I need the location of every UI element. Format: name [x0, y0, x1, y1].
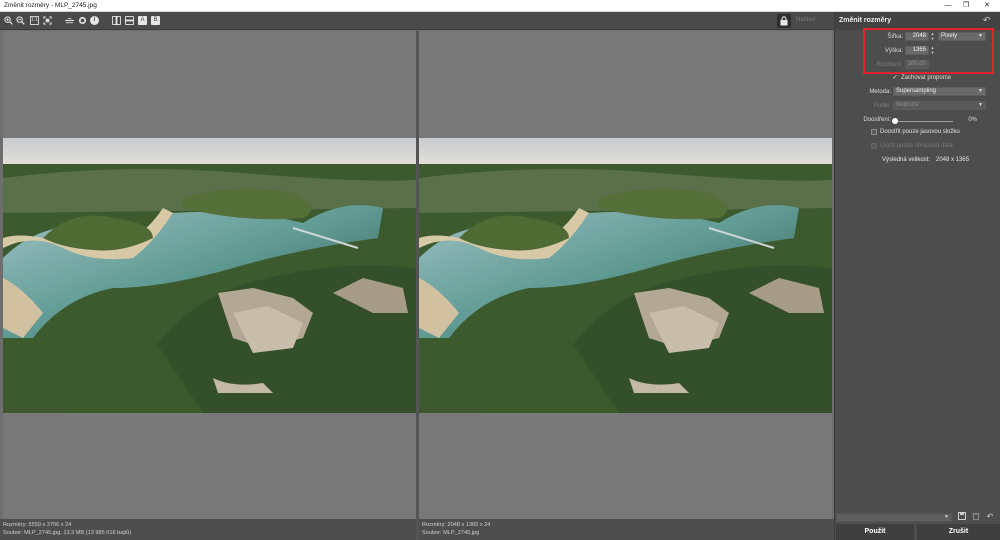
window-title: Změnit rozměry - MLP_2745.jpg	[4, 2, 97, 9]
method-label: Metoda:	[869, 89, 891, 95]
chevron-down-icon: ▼	[978, 88, 983, 94]
result-size-value: 2048 x 1365	[936, 157, 970, 163]
sharpen-label: Doostření:	[863, 117, 891, 123]
restore-button[interactable]: ❐	[959, 1, 973, 11]
result-status-bar: Rozměry: 2048 x 1365 x 24 Soubor: MLP_27…	[419, 519, 834, 540]
horizon-icon[interactable]	[65, 16, 74, 25]
lock-icon	[780, 16, 788, 26]
toolbar: 1:1 i A B Náhled	[0, 12, 834, 30]
result-size-label: Výsledná velikost:	[882, 157, 931, 163]
result-file-info: Soubor: MLP_2745.jpg	[422, 530, 480, 536]
sharpen-value: 0%	[968, 117, 977, 123]
sharpen-luma-checkbox[interactable]	[871, 129, 877, 135]
circle-icon[interactable]	[78, 16, 87, 25]
original-photo	[3, 138, 416, 413]
resize-settings-panel: Změnit rozměry ↶ Šířka: 2048 ▲ ▼ Pixely ▼…	[834, 12, 1000, 540]
save-icon[interactable]	[957, 512, 967, 522]
minimize-button[interactable]: —	[941, 1, 955, 11]
chevron-down-icon: ▼	[944, 514, 949, 520]
reset-icon[interactable]: ↶	[985, 512, 995, 522]
keep-metadata-checkbox[interactable]	[871, 143, 877, 149]
trash-icon[interactable]	[971, 512, 981, 522]
preset-select[interactable]: ▼	[836, 513, 952, 522]
highlight-box	[863, 28, 994, 74]
window-titlebar: Změnit rozměry - MLP_2745.jpg — ❐ ✕	[0, 0, 1000, 12]
keep-ratio-label: Zachovat proporce	[901, 75, 952, 81]
info-icon[interactable]: i	[90, 16, 99, 25]
original-preview-pane[interactable]	[3, 31, 416, 519]
sharpen-luma-label: Doostřit pouze jasovou složku	[880, 129, 960, 135]
split-horizontal-icon[interactable]	[125, 16, 134, 25]
filter-value: Nejbližší	[896, 102, 919, 108]
keep-metadata-label: Uložit pouze obrazová data	[880, 143, 953, 149]
zoom-100-icon[interactable]: 1:1	[30, 16, 39, 25]
keep-ratio-checkbox[interactable]: ✓	[892, 75, 898, 81]
original-dimensions: Rozměry: 5559 x 3706 x 24	[3, 522, 72, 528]
zoom-in-icon[interactable]	[4, 16, 13, 25]
chevron-down-icon: ▼	[978, 102, 983, 108]
result-preview-pane[interactable]	[419, 31, 832, 519]
sharpen-slider-track[interactable]	[895, 121, 953, 122]
fit-to-window-icon[interactable]	[43, 16, 52, 25]
lock-button[interactable]	[777, 14, 791, 28]
view-a-icon[interactable]: A	[138, 16, 147, 25]
sharpen-slider-knob[interactable]	[892, 118, 898, 124]
original-status-bar: Rozměry: 5559 x 3706 x 24 Soubor: MLP_27…	[0, 519, 416, 540]
original-file-info: Soubor: MLP_2745.jpg, 13.3 MB (13 985 01…	[3, 530, 132, 536]
method-value: Supersampling	[896, 88, 937, 94]
filter-label: Podle:	[873, 103, 891, 109]
cancel-button[interactable]: Zrušit	[917, 524, 1000, 540]
compare-label: Náhled	[796, 17, 816, 23]
split-vertical-icon[interactable]	[112, 16, 121, 25]
undo-icon[interactable]: ↶	[983, 15, 991, 26]
close-button[interactable]: ✕	[980, 1, 994, 11]
result-photo	[419, 138, 832, 413]
filter-select[interactable]: Nejbližší ▼	[893, 101, 986, 110]
zoom-out-icon[interactable]	[16, 16, 25, 25]
apply-button[interactable]: Použít	[836, 524, 914, 540]
view-b-icon[interactable]: B	[151, 16, 160, 25]
result-dimensions: Rozměry: 2048 x 1365 x 24	[422, 522, 491, 528]
panel-title: Změnit rozměry	[839, 17, 892, 24]
method-select[interactable]: Supersampling ▼	[893, 87, 986, 96]
